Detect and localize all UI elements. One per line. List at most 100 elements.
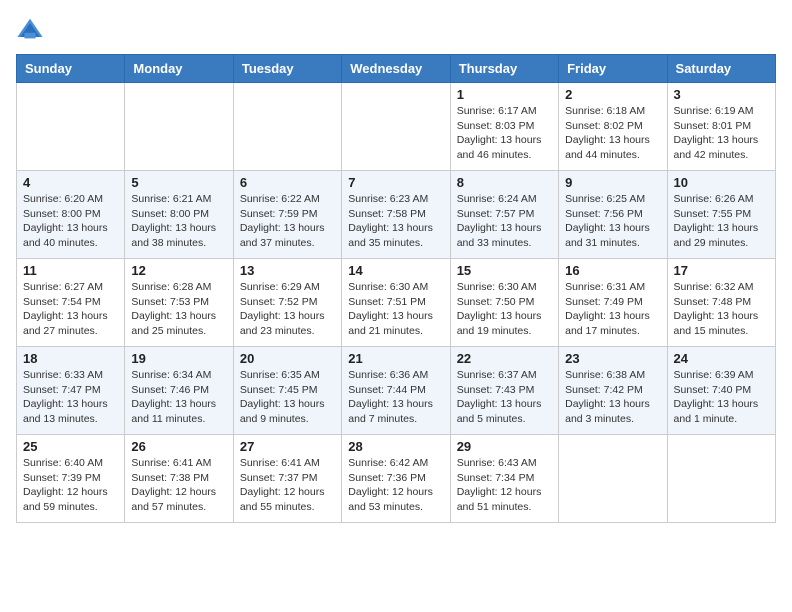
day-info: Sunrise: 6:41 AM Sunset: 7:38 PM Dayligh…	[131, 456, 226, 515]
day-info: Sunrise: 6:33 AM Sunset: 7:47 PM Dayligh…	[23, 368, 118, 427]
header	[16, 16, 776, 44]
day-number: 28	[348, 439, 443, 454]
calendar-cell	[559, 435, 667, 523]
calendar-cell	[125, 83, 233, 171]
day-number: 25	[23, 439, 118, 454]
day-number: 9	[565, 175, 660, 190]
header-wednesday: Wednesday	[342, 55, 450, 83]
logo-icon	[16, 16, 44, 44]
header-monday: Monday	[125, 55, 233, 83]
day-info: Sunrise: 6:23 AM Sunset: 7:58 PM Dayligh…	[348, 192, 443, 251]
day-info: Sunrise: 6:30 AM Sunset: 7:50 PM Dayligh…	[457, 280, 552, 339]
day-number: 29	[457, 439, 552, 454]
calendar-cell: 6 Sunrise: 6:22 AM Sunset: 7:59 PM Daylig…	[233, 171, 341, 259]
calendar-cell: 21 Sunrise: 6:36 AM Sunset: 7:44 PM Dayli…	[342, 347, 450, 435]
day-number: 16	[565, 263, 660, 278]
day-number: 26	[131, 439, 226, 454]
day-info: Sunrise: 6:39 AM Sunset: 7:40 PM Dayligh…	[674, 368, 769, 427]
day-info: Sunrise: 6:22 AM Sunset: 7:59 PM Dayligh…	[240, 192, 335, 251]
day-info: Sunrise: 6:30 AM Sunset: 7:51 PM Dayligh…	[348, 280, 443, 339]
calendar-cell: 29 Sunrise: 6:43 AM Sunset: 7:34 PM Dayli…	[450, 435, 558, 523]
day-number: 23	[565, 351, 660, 366]
calendar-cell: 26 Sunrise: 6:41 AM Sunset: 7:38 PM Dayli…	[125, 435, 233, 523]
calendar-cell: 25 Sunrise: 6:40 AM Sunset: 7:39 PM Dayli…	[17, 435, 125, 523]
header-tuesday: Tuesday	[233, 55, 341, 83]
calendar-cell: 12 Sunrise: 6:28 AM Sunset: 7:53 PM Dayli…	[125, 259, 233, 347]
header-saturday: Saturday	[667, 55, 775, 83]
calendar-table: SundayMondayTuesdayWednesdayThursdayFrid…	[16, 54, 776, 523]
day-info: Sunrise: 6:40 AM Sunset: 7:39 PM Dayligh…	[23, 456, 118, 515]
calendar-cell: 9Sunrise: 6:25 AM Sunset: 7:56 PM Daylig…	[559, 171, 667, 259]
week-row-2: 4Sunrise: 6:20 AM Sunset: 8:00 PM Daylig…	[17, 171, 776, 259]
day-info: Sunrise: 6:37 AM Sunset: 7:43 PM Dayligh…	[457, 368, 552, 427]
calendar-header-row: SundayMondayTuesdayWednesdayThursdayFrid…	[17, 55, 776, 83]
week-row-1: 1 Sunrise: 6:17 AM Sunset: 8:03 PM Daylig…	[17, 83, 776, 171]
calendar-cell: 3 Sunrise: 6:19 AM Sunset: 8:01 PM Daylig…	[667, 83, 775, 171]
calendar-cell: 16 Sunrise: 6:31 AM Sunset: 7:49 PM Dayli…	[559, 259, 667, 347]
calendar-cell: 10 Sunrise: 6:26 AM Sunset: 7:55 PM Dayli…	[667, 171, 775, 259]
calendar-cell	[667, 435, 775, 523]
day-number: 14	[348, 263, 443, 278]
calendar-cell	[342, 83, 450, 171]
calendar-cell: 13 Sunrise: 6:29 AM Sunset: 7:52 PM Dayli…	[233, 259, 341, 347]
calendar-cell	[233, 83, 341, 171]
day-info: Sunrise: 6:19 AM Sunset: 8:01 PM Dayligh…	[674, 104, 769, 163]
day-info: Sunrise: 6:42 AM Sunset: 7:36 PM Dayligh…	[348, 456, 443, 515]
calendar-cell: 23 Sunrise: 6:38 AM Sunset: 7:42 PM Dayli…	[559, 347, 667, 435]
calendar-cell: 18 Sunrise: 6:33 AM Sunset: 7:47 PM Dayli…	[17, 347, 125, 435]
calendar-cell: 22Sunrise: 6:37 AM Sunset: 7:43 PM Dayli…	[450, 347, 558, 435]
day-number: 21	[348, 351, 443, 366]
day-number: 8	[457, 175, 552, 190]
day-info: Sunrise: 6:21 AM Sunset: 8:00 PM Dayligh…	[131, 192, 226, 251]
day-info: Sunrise: 6:38 AM Sunset: 7:42 PM Dayligh…	[565, 368, 660, 427]
calendar-cell: 5 Sunrise: 6:21 AM Sunset: 8:00 PM Daylig…	[125, 171, 233, 259]
calendar-cell	[17, 83, 125, 171]
day-info: Sunrise: 6:27 AM Sunset: 7:54 PM Dayligh…	[23, 280, 118, 339]
calendar-cell: 19 Sunrise: 6:34 AM Sunset: 7:46 PM Dayli…	[125, 347, 233, 435]
day-number: 12	[131, 263, 226, 278]
day-info: Sunrise: 6:43 AM Sunset: 7:34 PM Dayligh…	[457, 456, 552, 515]
calendar-cell: 24 Sunrise: 6:39 AM Sunset: 7:40 PM Dayli…	[667, 347, 775, 435]
day-info: Sunrise: 6:20 AM Sunset: 8:00 PM Dayligh…	[23, 192, 118, 251]
calendar-cell: 4Sunrise: 6:20 AM Sunset: 8:00 PM Daylig…	[17, 171, 125, 259]
day-info: Sunrise: 6:32 AM Sunset: 7:48 PM Dayligh…	[674, 280, 769, 339]
logo	[16, 16, 48, 44]
week-row-3: 11Sunrise: 6:27 AM Sunset: 7:54 PM Dayli…	[17, 259, 776, 347]
day-info: Sunrise: 6:29 AM Sunset: 7:52 PM Dayligh…	[240, 280, 335, 339]
day-number: 13	[240, 263, 335, 278]
header-sunday: Sunday	[17, 55, 125, 83]
day-number: 3	[674, 87, 769, 102]
day-number: 17	[674, 263, 769, 278]
calendar-cell: 20Sunrise: 6:35 AM Sunset: 7:45 PM Dayli…	[233, 347, 341, 435]
header-friday: Friday	[559, 55, 667, 83]
calendar-cell: 28 Sunrise: 6:42 AM Sunset: 7:36 PM Dayli…	[342, 435, 450, 523]
day-info: Sunrise: 6:34 AM Sunset: 7:46 PM Dayligh…	[131, 368, 226, 427]
calendar-cell: 7 Sunrise: 6:23 AM Sunset: 7:58 PM Daylig…	[342, 171, 450, 259]
day-number: 27	[240, 439, 335, 454]
day-number: 24	[674, 351, 769, 366]
calendar-cell: 14 Sunrise: 6:30 AM Sunset: 7:51 PM Dayli…	[342, 259, 450, 347]
day-number: 19	[131, 351, 226, 366]
calendar-cell: 2 Sunrise: 6:18 AM Sunset: 8:02 PM Daylig…	[559, 83, 667, 171]
day-number: 5	[131, 175, 226, 190]
day-info: Sunrise: 6:17 AM Sunset: 8:03 PM Dayligh…	[457, 104, 552, 163]
day-number: 6	[240, 175, 335, 190]
day-info: Sunrise: 6:26 AM Sunset: 7:55 PM Dayligh…	[674, 192, 769, 251]
day-number: 18	[23, 351, 118, 366]
day-number: 2	[565, 87, 660, 102]
calendar-cell: 17 Sunrise: 6:32 AM Sunset: 7:48 PM Dayli…	[667, 259, 775, 347]
day-number: 20	[240, 351, 335, 366]
week-row-5: 25 Sunrise: 6:40 AM Sunset: 7:39 PM Dayli…	[17, 435, 776, 523]
day-number: 7	[348, 175, 443, 190]
day-info: Sunrise: 6:28 AM Sunset: 7:53 PM Dayligh…	[131, 280, 226, 339]
day-info: Sunrise: 6:31 AM Sunset: 7:49 PM Dayligh…	[565, 280, 660, 339]
day-info: Sunrise: 6:36 AM Sunset: 7:44 PM Dayligh…	[348, 368, 443, 427]
calendar-cell: 8 Sunrise: 6:24 AM Sunset: 7:57 PM Daylig…	[450, 171, 558, 259]
day-info: Sunrise: 6:24 AM Sunset: 7:57 PM Dayligh…	[457, 192, 552, 251]
week-row-4: 18 Sunrise: 6:33 AM Sunset: 7:47 PM Dayli…	[17, 347, 776, 435]
day-info: Sunrise: 6:41 AM Sunset: 7:37 PM Dayligh…	[240, 456, 335, 515]
day-number: 1	[457, 87, 552, 102]
day-info: Sunrise: 6:18 AM Sunset: 8:02 PM Dayligh…	[565, 104, 660, 163]
day-number: 15	[457, 263, 552, 278]
day-number: 10	[674, 175, 769, 190]
